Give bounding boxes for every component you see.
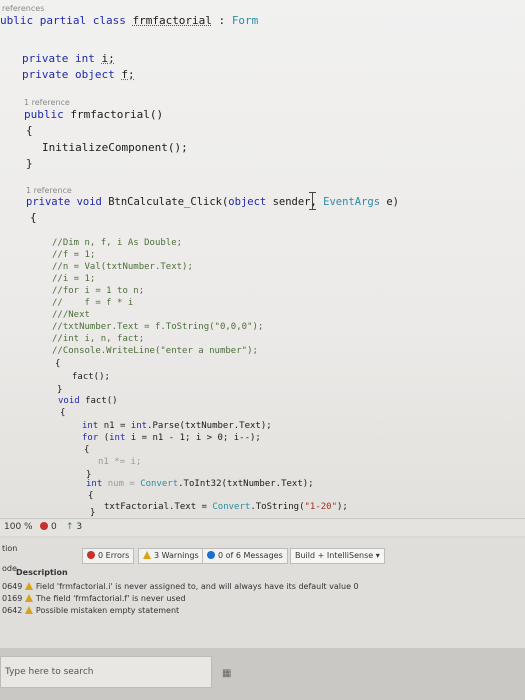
parse-line: int n1 = int.Parse(txtNumber.Text); [82,421,272,431]
table-row[interactable]: 0649 Field 'frmfactorial.i' is never ass… [2,582,359,591]
comment-line: //f = 1; [52,250,96,260]
btn-brace-open: { [30,211,37,224]
comment-line: ///Next [52,310,90,320]
inner-brace-close: } [57,385,63,395]
editor-status-strip: 100 % 0 ↑ 3 [0,518,525,536]
fact-declaration: void fact() [58,396,118,406]
for-line: for (int i = n1 - 1; i > 0; i--); [82,433,261,443]
comment-line: //txtNumber.Text = f.ToString("0,0,0"); [52,322,264,332]
warning-icon [24,582,33,590]
ctor-brace-close: } [26,157,33,170]
ctor-brace-open: { [26,124,33,137]
table-row[interactable]: 0169 The field 'frmfactorial.f' is never… [2,594,186,603]
fact-brace-open: { [60,408,66,418]
up-arrow-icon: ↑ [66,522,74,532]
taskbar-search-box[interactable]: Type here to search [0,656,212,688]
comment-line: //n = Val(txtNumber.Text); [52,262,193,272]
btn-calculate-declaration: private void BtnCalculate_Click(object s… [26,196,400,208]
side-label: ode [2,564,17,573]
multiply-line: n1 *= i; [98,457,142,467]
errors-filter-button[interactable]: 0 Errors [82,548,135,564]
build-intellisense-dropdown[interactable]: Build + IntelliSense ▾ [290,548,385,564]
initialize-component-call: InitializeComponent(); [42,141,188,154]
info-icon [207,551,215,559]
column-description[interactable]: Description [16,568,68,577]
search-placeholder: Type here to search [5,667,94,677]
class-declaration: ublic partial class frmfactorial : Form [0,14,259,27]
error-icon [40,522,48,530]
task-view-icon[interactable]: ▦ [222,668,231,679]
field-i-declaration: private int i; [22,52,115,65]
comment-line: // f = f * i [52,298,134,308]
warnings-filter-button[interactable]: 3 Warnings [138,548,204,564]
comment-line: //Console.WriteLine("enter a number"); [52,346,258,356]
inner-brace-open: { [55,359,61,369]
num-line: int num = Convert.ToInt32(txtNumber.Text… [86,479,314,489]
code-editor[interactable]: references ublic partial class frmfactor… [0,0,525,535]
taskbar: Type here to search ▦ [0,648,525,700]
comment-line: //for i = 1 to n; [52,286,145,296]
result-line: txtFactorial.Text = Convert.ToString("1-… [104,502,348,512]
warning-icon [143,551,151,559]
comment-line: //i = 1; [52,274,96,284]
error-list-panel: tion ode 0 Errors 3 Warnings 0 of 6 Mess… [0,538,525,648]
table-row[interactable]: 0642 Possible mistaken empty statement [2,606,179,615]
zoom-indicator[interactable]: 100 % [4,522,33,532]
error-icon [87,551,95,559]
for-brace-open: { [84,445,90,455]
field-f-declaration: private object f; [22,68,135,81]
num-brace-open: { [88,491,94,501]
fact-call: fact(); [72,372,110,382]
comment-line: //int i, n, fact; [52,334,145,344]
messages-filter-button[interactable]: 0 of 6 Messages [202,548,288,564]
warning-icon [24,606,33,614]
text-cursor-icon [309,192,316,210]
changes-indicator[interactable]: ↑ 3 [66,522,82,532]
side-label: tion [2,544,18,553]
comment-line: //Dim n, f, i As Double; [52,238,183,248]
issues-indicator[interactable]: 0 [40,522,57,532]
warning-icon [24,594,33,602]
constructor-declaration: public frmfactorial() [24,108,164,121]
